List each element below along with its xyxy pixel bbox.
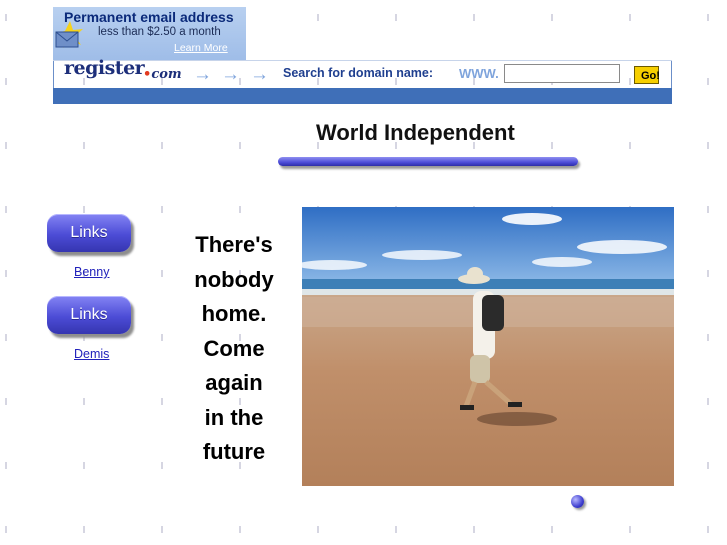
title-underline-bar	[278, 157, 578, 166]
bullet-icon	[571, 495, 584, 508]
arrow-right-icon: →	[221, 64, 240, 85]
background-tick	[161, 526, 163, 533]
background-tick	[83, 206, 85, 213]
promo-title: Permanent email address	[64, 9, 234, 25]
background-tick	[707, 398, 709, 405]
logo-text: register	[64, 57, 145, 79]
message-line: There's	[195, 232, 273, 257]
logo-com: •com	[143, 67, 182, 82]
background-tick	[473, 526, 475, 533]
background-tick	[551, 526, 553, 533]
background-tick	[5, 398, 7, 405]
background-tick	[161, 398, 163, 405]
message-line: nobody	[194, 266, 274, 292]
background-tick	[395, 526, 397, 533]
message-line: Come	[203, 335, 265, 361]
domain-search-input[interactable]	[504, 64, 620, 83]
background-tick	[707, 526, 709, 533]
envelope-icon	[55, 21, 83, 48]
arrow-right-icon: →	[193, 64, 212, 85]
logo-com-text: com	[151, 67, 182, 82]
nav-link-demis[interactable]: Demis	[74, 347, 109, 361]
background-tick	[5, 334, 7, 341]
arrow-right-icon: →	[250, 64, 269, 85]
domain-search-label: Search for domain name:	[283, 66, 434, 80]
message-line: in the	[204, 404, 264, 430]
background-tick	[161, 462, 163, 469]
domain-search-row: register •com → → → Search for domain na…	[53, 57, 672, 89]
background-tick	[5, 78, 7, 85]
away-message: There's nobody home. Come again in the f…	[180, 228, 288, 470]
message-line: again	[205, 370, 263, 395]
background-tick	[707, 78, 709, 85]
page-title: World Independent	[316, 120, 515, 145]
background-tick	[707, 462, 709, 469]
background-tick	[83, 142, 85, 149]
background-tick	[5, 462, 7, 469]
register-logo[interactable]: register	[64, 57, 145, 79]
background-tick	[161, 334, 163, 341]
background-tick	[707, 206, 709, 213]
www-prefix: WWW.	[459, 66, 499, 81]
background-tick	[161, 142, 163, 149]
promo-subtitle: less than $2.50 a month	[98, 26, 221, 38]
background-tick	[5, 14, 7, 21]
background-tick	[5, 206, 7, 213]
background-tick	[5, 526, 7, 533]
background-tick	[239, 206, 241, 213]
background-tick	[707, 14, 709, 21]
background-tick	[629, 526, 631, 533]
go-button[interactable]: Go!	[634, 66, 660, 84]
background-tick	[239, 142, 241, 149]
background-tick	[161, 206, 163, 213]
background-tick	[161, 270, 163, 277]
background-tick	[83, 462, 85, 469]
links-button[interactable]: Links	[47, 214, 131, 252]
background-tick	[707, 142, 709, 149]
nav-link-benny[interactable]: Benny	[74, 265, 109, 279]
email-promo[interactable]: Permanent email address less than $2.50 …	[53, 7, 246, 61]
background-tick	[83, 334, 85, 341]
background-tick	[317, 526, 319, 533]
background-tick	[5, 142, 7, 149]
message-line: home.	[201, 301, 267, 326]
message-line: future	[202, 439, 266, 464]
background-tick	[5, 270, 7, 277]
background-tick	[707, 334, 709, 341]
background-tick	[629, 142, 631, 149]
background-tick	[83, 526, 85, 533]
background-tick	[83, 398, 85, 405]
banner-bar	[53, 88, 672, 104]
background-tick	[551, 142, 553, 149]
background-tick	[707, 270, 709, 277]
links-button[interactable]: Links	[47, 296, 131, 334]
background-tick	[239, 526, 241, 533]
learn-more-link[interactable]: Learn More	[174, 42, 228, 54]
beach-photo	[302, 207, 674, 486]
register-banner: Permanent email address less than $2.50 …	[53, 7, 672, 104]
